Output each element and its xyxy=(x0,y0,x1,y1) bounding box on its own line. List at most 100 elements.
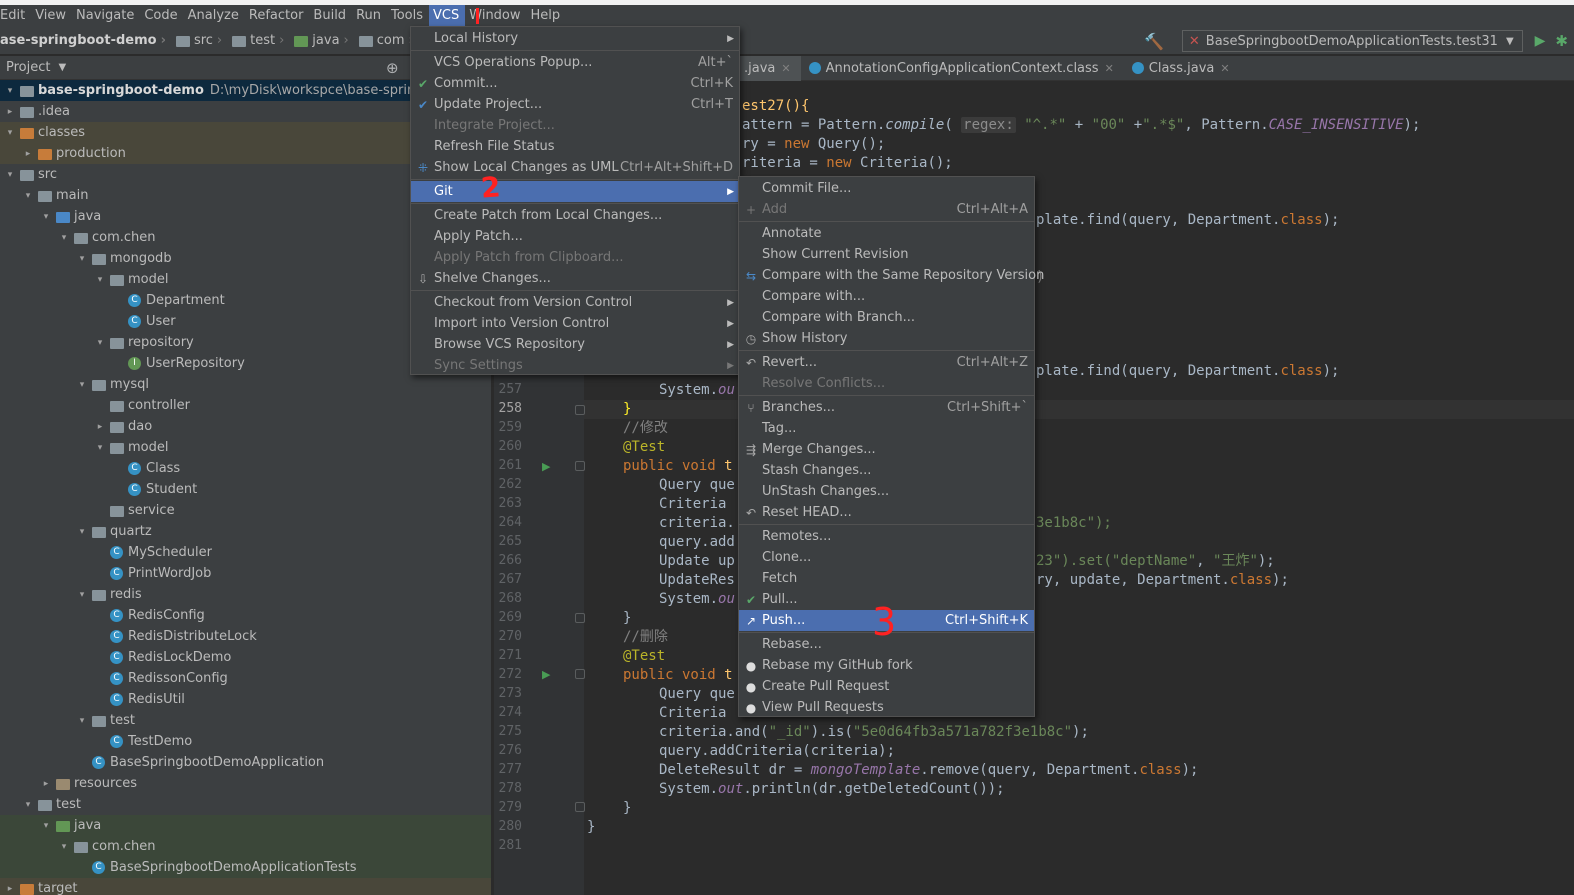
tree-item[interactable]: C TestDemo xyxy=(0,731,491,752)
expanded-arrow-icon[interactable]: ▾ xyxy=(58,233,70,243)
menu-item-git[interactable]: Git ▶ xyxy=(411,181,739,202)
hammer-icon[interactable]: 🔨 xyxy=(1144,32,1164,51)
tree-item[interactable]: controller xyxy=(0,395,491,416)
tree-item[interactable]: ▸ target xyxy=(0,878,491,895)
menu-view[interactable]: View xyxy=(31,5,72,27)
menu-item-rebase[interactable]: Rebase... xyxy=(739,634,1034,655)
menu-window[interactable]: Window xyxy=(465,5,526,27)
tree-item[interactable]: C BaseSpringbootDemoApplicationTests xyxy=(0,857,491,878)
menu-item-compare-with-the-same-repository-version[interactable]: ⇆ Compare with the Same Repository Versio… xyxy=(739,265,1044,286)
menu-item-local-history[interactable]: Local History ▶ xyxy=(411,28,739,49)
menu-item-update-project[interactable]: ✔ Update Project... Ctrl+T xyxy=(411,94,739,115)
menu-item-unstash-changes[interactable]: UnStash Changes... xyxy=(739,481,1034,502)
fold-icon[interactable] xyxy=(575,669,585,679)
menu-code[interactable]: Code xyxy=(140,5,183,27)
menu-item-show-local-changes-as-uml[interactable]: ⁜ Show Local Changes as UML Ctrl+Alt+Shift… xyxy=(411,157,739,178)
tree-item[interactable]: ▾ test xyxy=(0,794,491,815)
expanded-arrow-icon[interactable]: ▾ xyxy=(40,821,52,831)
menu-item-tag[interactable]: Tag... xyxy=(739,418,1034,439)
tree-item[interactable]: ▾ java xyxy=(0,815,491,836)
expanded-arrow-icon[interactable]: ▾ xyxy=(58,842,70,852)
menu-tools[interactable]: Tools xyxy=(387,5,429,27)
breadcrumb-project[interactable]: ase-springboot-demo › xyxy=(0,33,172,48)
project-view-selector[interactable]: Project xyxy=(6,60,50,75)
menu-item-shelve-changes[interactable]: ⇩ Shelve Changes... xyxy=(411,268,739,289)
menu-help[interactable]: Help xyxy=(527,5,567,27)
debug-icon[interactable]: ✱ xyxy=(1555,32,1568,50)
menu-item-commit[interactable]: ✔ Commit... Ctrl+K xyxy=(411,73,739,94)
fold-icon[interactable] xyxy=(575,802,585,812)
tree-item[interactable]: service xyxy=(0,500,491,521)
tree-item[interactable]: C Class xyxy=(0,458,491,479)
tree-item[interactable]: ▾ com.chen xyxy=(0,836,491,857)
close-icon[interactable]: ✕ xyxy=(1220,62,1229,75)
menu-item-branches[interactable]: ⑂ Branches... Ctrl+Shift+` xyxy=(739,397,1034,418)
expanded-arrow-icon[interactable]: ▾ xyxy=(94,338,106,348)
menu-item-merge-changes[interactable]: ⇶ Merge Changes... xyxy=(739,439,1034,460)
expanded-arrow-icon[interactable]: ▾ xyxy=(76,716,88,726)
tree-item[interactable]: ▸ resources xyxy=(0,773,491,794)
menu-item-stash-changes[interactable]: Stash Changes... xyxy=(739,460,1034,481)
menu-item-create-pull-request[interactable]: ● Create Pull Request xyxy=(739,676,1034,697)
tree-item[interactable]: C RedisDistributeLock xyxy=(0,626,491,647)
collapsed-arrow-icon[interactable]: ▸ xyxy=(40,779,52,789)
tree-item[interactable]: C RedissonConfig xyxy=(0,668,491,689)
close-icon[interactable]: ✕ xyxy=(1105,62,1114,75)
menu-navigate[interactable]: Navigate xyxy=(72,5,140,27)
breadcrumb-src[interactable]: src › xyxy=(175,33,228,48)
menu-edit[interactable]: Edit xyxy=(0,5,31,27)
run-icon[interactable]: ▶ xyxy=(1535,33,1546,49)
menu-item-apply-patch[interactable]: Apply Patch... xyxy=(411,226,739,247)
tree-item[interactable]: ▾ redis xyxy=(0,584,491,605)
menu-item-view-pull-requests[interactable]: ● View Pull Requests xyxy=(739,697,1034,718)
run-test-icon[interactable]: ▶ xyxy=(542,668,550,681)
menu-item-reset-head[interactable]: ↶ Reset HEAD... xyxy=(739,502,1034,523)
menu-item-create-patch-from-local-changes[interactable]: Create Patch from Local Changes... xyxy=(411,205,739,226)
collapsed-arrow-icon[interactable]: ▸ xyxy=(4,884,16,894)
tree-item[interactable]: ▾ quartz xyxy=(0,521,491,542)
tree-item[interactable]: C RedisUtil xyxy=(0,689,491,710)
tree-item[interactable]: C MyScheduler xyxy=(0,542,491,563)
tab-class-java[interactable]: Class.java ✕ xyxy=(1124,56,1240,81)
menu-item-show-current-revision[interactable]: Show Current Revision xyxy=(739,244,1034,265)
menu-item-compare-with-branch[interactable]: Compare with Branch... xyxy=(739,307,1034,328)
tree-item[interactable]: C Student xyxy=(0,479,491,500)
expanded-arrow-icon[interactable]: ▾ xyxy=(22,191,34,201)
tree-item[interactable]: ▾ mysql xyxy=(0,374,491,395)
tab-annotation-config[interactable]: AnnotationConfigApplicationContext.class… xyxy=(801,56,1124,81)
menu-build[interactable]: Build xyxy=(309,5,352,27)
collapsed-arrow-icon[interactable]: ▸ xyxy=(22,149,34,159)
expanded-arrow-icon[interactable]: ▾ xyxy=(4,128,16,138)
menu-refactor[interactable]: Refactor xyxy=(245,5,310,27)
collapsed-arrow-icon[interactable]: ▸ xyxy=(94,422,106,432)
expanded-arrow-icon[interactable]: ▾ xyxy=(40,212,52,222)
fold-icon[interactable] xyxy=(575,613,585,623)
breadcrumb-test[interactable]: test › xyxy=(232,33,290,48)
expanded-arrow-icon[interactable]: ▾ xyxy=(4,86,16,96)
breadcrumb-java[interactable]: java › xyxy=(294,33,354,48)
menu-item-fetch[interactable]: Fetch xyxy=(739,568,1034,589)
menu-item-pull[interactable]: ✔ Pull... xyxy=(739,589,1034,610)
menu-item-annotate[interactable]: Annotate xyxy=(739,223,1034,244)
run-test-icon[interactable]: ▶ xyxy=(542,460,550,473)
menu-item-push[interactable]: ↗ Push... Ctrl+Shift+K xyxy=(739,610,1034,631)
tree-item[interactable]: C BaseSpringbootDemoApplication xyxy=(0,752,491,773)
collapsed-arrow-icon[interactable]: ▸ xyxy=(4,107,16,117)
menu-item-revert[interactable]: ↶ Revert... Ctrl+Alt+Z xyxy=(739,352,1034,373)
tree-item[interactable]: ▾ test xyxy=(0,710,491,731)
expanded-arrow-icon[interactable]: ▾ xyxy=(76,254,88,264)
chevron-down-icon[interactable]: ▼ xyxy=(58,62,66,73)
fold-icon[interactable] xyxy=(575,405,585,415)
menu-item-vcs-operations-popup[interactable]: VCS Operations Popup... Alt+` xyxy=(411,52,739,73)
menu-item-compare-with[interactable]: Compare with... xyxy=(739,286,1034,307)
crosshair-icon[interactable]: ⊕ xyxy=(386,59,399,77)
menu-item-rebase-my-github-fork[interactable]: ● Rebase my GitHub fork xyxy=(739,655,1034,676)
expanded-arrow-icon[interactable]: ▾ xyxy=(94,443,106,453)
menu-item-commit-file[interactable]: Commit File... xyxy=(739,178,1034,199)
expanded-arrow-icon[interactable]: ▾ xyxy=(76,527,88,537)
expanded-arrow-icon[interactable]: ▾ xyxy=(4,170,16,180)
tree-item[interactable]: ▾ model xyxy=(0,437,491,458)
tree-item[interactable]: C PrintWordJob xyxy=(0,563,491,584)
menu-analyze[interactable]: Analyze xyxy=(184,5,245,27)
close-icon[interactable]: ✕ xyxy=(781,62,790,75)
